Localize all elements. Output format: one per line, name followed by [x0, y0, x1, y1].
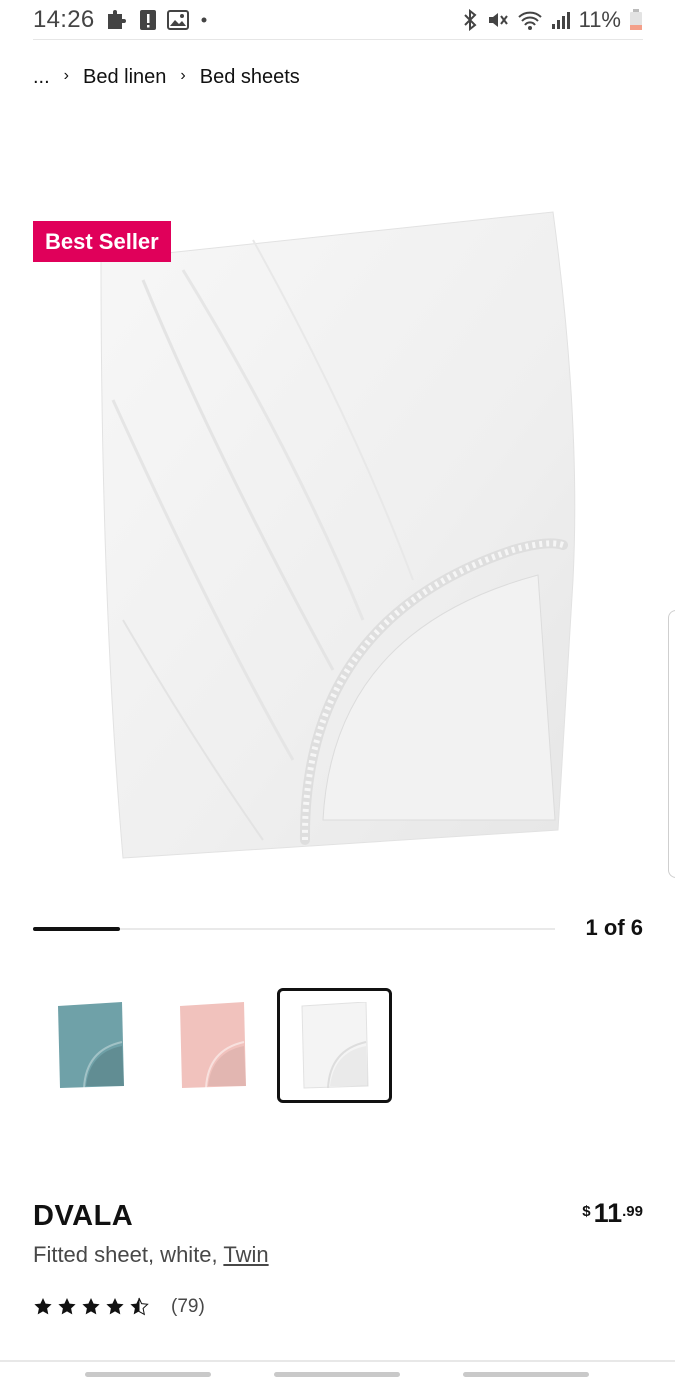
best-seller-badge: Best Seller [33, 221, 171, 262]
review-count[interactable]: (79) [171, 1296, 205, 1318]
bluetooth-icon [461, 8, 479, 31]
signal-icon [551, 10, 571, 30]
half-star-icon [130, 1297, 149, 1316]
side-scroll-handle[interactable] [668, 610, 675, 878]
gallery-counter: 1 of 6 [585, 915, 643, 940]
chevron-right-icon: › [180, 66, 186, 84]
size-link[interactable]: Twin [223, 1242, 268, 1267]
gallery-progress-track [33, 927, 555, 931]
product-name: DVALA [33, 1200, 134, 1232]
gallery-progress-fill [33, 927, 121, 931]
battery-percent: 11% [578, 6, 621, 32]
bottom-nav-pill [463, 1372, 589, 1377]
breadcrumb-bed-linen[interactable]: Bed linen [83, 66, 166, 89]
thumbnail-image [179, 1001, 246, 1088]
bottom-divider [0, 1360, 675, 1362]
status-time: 14:26 [33, 5, 95, 33]
image-icon [166, 9, 189, 30]
battery-icon [629, 8, 643, 31]
breadcrumb-bed-sheets[interactable]: Bed sheets [200, 66, 300, 89]
alert-icon [139, 8, 157, 32]
breadcrumb-ellipsis[interactable]: ... [33, 66, 50, 89]
thumbnail-white[interactable] [277, 988, 392, 1103]
thumbnail-image [57, 1001, 124, 1088]
product-main-image[interactable] [33, 200, 643, 880]
product-description: Fitted sheet, white, Twin [33, 1242, 269, 1268]
bottom-nav-pill [274, 1372, 400, 1377]
bottom-nav-pill [85, 1372, 211, 1377]
product-price: $ 11 .99 [582, 1198, 643, 1229]
star-icon [82, 1298, 100, 1315]
dot-icon [199, 15, 209, 25]
star-icon [58, 1298, 76, 1315]
product-description-text: Fitted sheet, white, [33, 1242, 224, 1267]
product-rating[interactable]: (79) [33, 1296, 205, 1318]
breadcrumb: ... › Bed linen › Bed sheets [33, 66, 300, 89]
price-integer: 11 [593, 1198, 623, 1228]
star-icon [106, 1298, 124, 1315]
puzzle-icon [105, 8, 129, 32]
price-currency: $ [582, 1203, 591, 1220]
status-bar: 14:26 11% [33, 0, 643, 40]
thumbnail-image [300, 1001, 369, 1089]
status-right: 11% [461, 7, 643, 33]
chevron-right-icon: › [63, 66, 69, 84]
status-left: 14:26 [33, 6, 209, 34]
star-icon [34, 1298, 52, 1315]
thumbnail-pink[interactable] [155, 988, 270, 1103]
thumbnail-list [33, 988, 392, 1103]
wifi-icon [517, 9, 543, 31]
thumbnail-turquoise[interactable] [33, 988, 148, 1103]
price-decimal: .99 [622, 1203, 643, 1220]
mute-icon [487, 9, 509, 31]
